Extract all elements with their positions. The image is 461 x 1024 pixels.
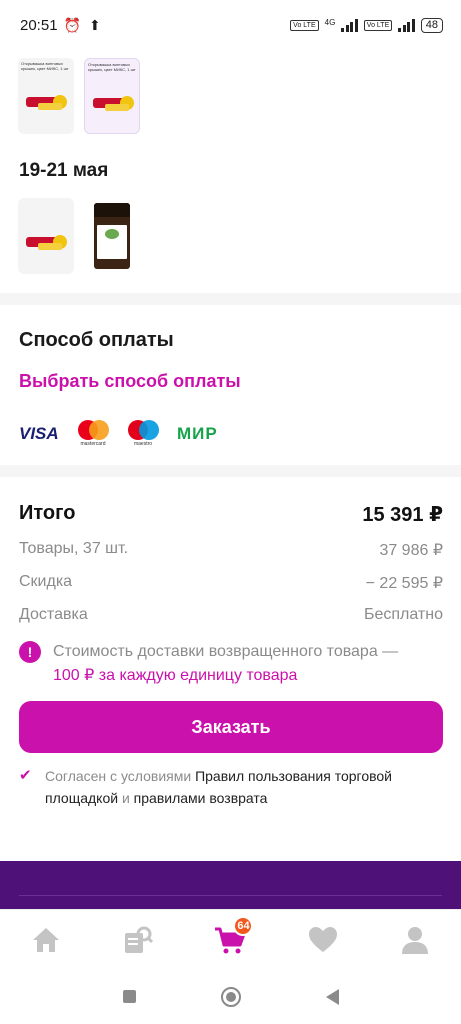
payment-title: Способ оплаты — [19, 329, 174, 351]
agree-and: и — [121, 790, 130, 806]
supplement-jar-image — [94, 203, 130, 269]
goods-row: Товары, 37 шт. 37 986 ₽ — [19, 540, 443, 560]
delivery-thumbnails-1: Открывашка винтовых крышек, цвет МИКС, 1… — [18, 58, 140, 134]
return-delivery-notice: ! Стоимость доставки возвращенного товар… — [19, 640, 443, 688]
heart-icon — [308, 926, 337, 952]
maestro-text: maestro — [133, 441, 153, 447]
info-icon: ! — [19, 641, 41, 663]
system-nav-bar — [0, 969, 461, 1024]
upload-icon: ⬆ — [88, 16, 101, 33]
total-label: Итого — [19, 502, 76, 524]
battery-icon: 48 — [420, 17, 443, 33]
jar-opener-image — [93, 96, 134, 111]
tab-favorites[interactable] — [298, 920, 348, 960]
thumb-caption: Открывашка винтовых крышек, цвет МИКС, 1… — [88, 62, 136, 72]
product-thumb[interactable]: Открывашка винтовых крышек, цвет МИКС, 1… — [84, 58, 140, 134]
bottom-tab-bar: 64 — [0, 909, 461, 969]
recents-button[interactable] — [122, 990, 136, 1003]
delivery-thumbnails-2 — [18, 198, 140, 274]
product-thumb[interactable] — [84, 198, 140, 274]
payment-logos: VISA mastercard maestro МИР — [19, 420, 218, 448]
volte-badge: Vo LTE — [290, 19, 319, 31]
maestro-logo: maestro — [127, 420, 159, 448]
thumb-caption: Открывашка винтовых крышек, цвет МИКС, 1… — [21, 61, 69, 71]
delivery-row: Доставка Бесплатно — [19, 606, 443, 624]
product-thumb[interactable]: Открывашка винтовых крышек, цвет МИКС, 1… — [18, 58, 74, 134]
network-type: 4G — [324, 17, 336, 27]
goods-value: 37 986 ₽ — [379, 542, 443, 559]
profile-icon — [401, 926, 428, 954]
status-time: 20:51 — [20, 16, 58, 34]
cart-count-badge: 64 — [233, 915, 254, 936]
volte-badge-2: Vo LTE — [363, 19, 393, 31]
jar-opener-image — [26, 95, 67, 110]
discount-row: Скидка − 22 595 ₽ — [19, 573, 443, 593]
delivery-date: 19-21 мая — [19, 160, 109, 181]
home-button[interactable] — [220, 986, 241, 1007]
notice-text: Стоимость доставки возвращенного товара … — [53, 643, 399, 660]
agree-prefix: Согласен с условиями — [45, 768, 192, 784]
delivery-value: Бесплатно — [363, 606, 443, 623]
choose-payment-link[interactable]: Выбрать способ оплаты — [19, 371, 241, 392]
mir-logo: МИР — [177, 424, 218, 443]
mastercard-text: mastercard — [80, 441, 106, 447]
tab-catalog[interactable] — [113, 920, 163, 960]
signal-icon — [341, 18, 358, 32]
home-icon — [33, 927, 60, 952]
tab-home[interactable] — [21, 920, 71, 960]
jar-opener-image — [26, 235, 67, 250]
notice-highlight: 100 ₽ за каждую единицу товара — [53, 667, 298, 684]
order-button[interactable]: Заказать — [19, 701, 443, 753]
terms-agreement: ✔ Согласен с условиями Правил пользовани… — [19, 765, 443, 809]
checkmark-icon[interactable]: ✔ — [19, 765, 33, 809]
signal-icon-2 — [398, 18, 415, 32]
delivery-label: Доставка — [19, 606, 88, 623]
return-rules-link[interactable]: правилами возврата — [134, 790, 268, 806]
discount-label: Скидка — [19, 573, 73, 590]
section-divider — [0, 293, 461, 305]
visa-logo: VISA — [19, 424, 59, 443]
tab-profile[interactable] — [390, 920, 440, 960]
status-bar: 20:51 ⏰ ⬆ Vo LTE 4G Vo LTE 48 — [0, 0, 461, 50]
goods-label: Товары, 37 шт. — [19, 540, 129, 557]
catalog-icon — [125, 926, 154, 953]
section-divider — [0, 465, 461, 477]
discount-value: − 22 595 ₽ — [365, 575, 443, 592]
footer-band — [0, 861, 461, 909]
alarm-icon: ⏰ — [63, 16, 81, 33]
tab-cart[interactable]: 64 — [205, 915, 255, 960]
back-button[interactable] — [325, 988, 339, 1005]
product-thumb[interactable] — [18, 198, 74, 274]
total-row: Итого 15 391 ₽ — [19, 502, 443, 527]
total-value: 15 391 ₽ — [362, 504, 443, 526]
mastercard-logo: mastercard — [77, 420, 109, 448]
